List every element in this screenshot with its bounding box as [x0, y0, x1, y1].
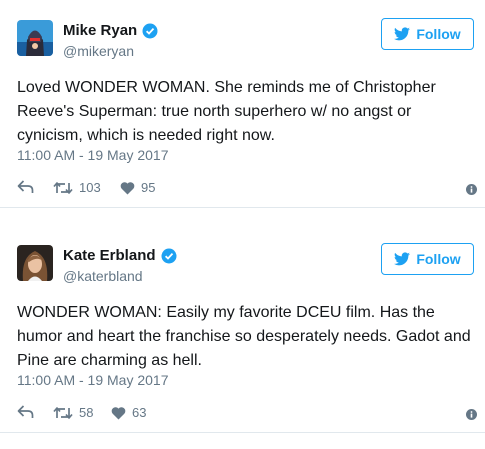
tweet-text: Loved WONDER WOMAN. She reminds me of Ch…: [17, 79, 436, 144]
info-icon[interactable]: [466, 182, 477, 200]
like-button[interactable]: 63: [111, 405, 146, 420]
avatar[interactable]: [17, 245, 53, 281]
retweet-button[interactable]: 103: [53, 180, 101, 195]
follow-label: Follow: [416, 26, 461, 42]
follow-button[interactable]: Follow: [381, 18, 474, 50]
verified-badge-icon: [142, 23, 158, 39]
bird-icon: [394, 252, 411, 266]
author-name-row: Kate Erbland: [63, 247, 177, 265]
retweet-button[interactable]: 58: [53, 405, 93, 420]
tweet-actions: 58 63: [17, 405, 477, 425]
heart-icon: [111, 406, 126, 419]
reply-icon: [17, 405, 34, 418]
bird-icon: [394, 27, 411, 41]
follow-label: Follow: [416, 251, 461, 267]
heart-icon: [120, 181, 135, 194]
verified-badge-icon: [161, 248, 177, 264]
tweet-text: WONDER WOMAN: Easily my favorite DCEU fi…: [17, 304, 471, 369]
tweet-timestamp[interactable]: 11:00 AM - 19 May 2017: [17, 371, 169, 389]
info-icon[interactable]: [466, 407, 477, 425]
reply-icon: [17, 180, 34, 193]
like-count: 63: [132, 405, 147, 420]
reply-button[interactable]: [17, 180, 34, 194]
retweet-count: 103: [79, 180, 101, 195]
author-name-row: Mike Ryan: [63, 22, 158, 40]
divider: [0, 432, 485, 433]
tweet-timestamp[interactable]: 11:00 AM - 19 May 2017: [17, 146, 169, 164]
author-name[interactable]: Kate Erbland: [63, 247, 156, 265]
retweet-icon: [53, 181, 73, 194]
retweet-count: 58: [79, 405, 94, 420]
retweet-icon: [53, 406, 73, 419]
like-button[interactable]: 95: [120, 180, 155, 195]
author-name[interactable]: Mike Ryan: [63, 22, 137, 40]
follow-button[interactable]: Follow: [381, 243, 474, 275]
author-handle[interactable]: @katerbland: [63, 267, 143, 285]
tweet-actions: 103 95: [17, 180, 477, 200]
like-count: 95: [141, 180, 156, 195]
avatar[interactable]: [17, 20, 53, 56]
reply-button[interactable]: [17, 405, 34, 419]
divider: [0, 207, 485, 208]
author-handle[interactable]: @mikeryan: [63, 42, 134, 60]
